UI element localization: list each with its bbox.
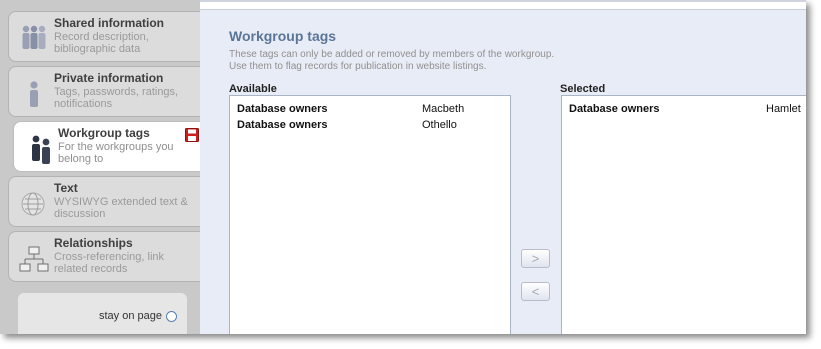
add-tag-button[interactable]: > <box>521 249 550 268</box>
sidebar-item-description: For the workgroups you belong to <box>58 141 174 165</box>
sidebar-item-title: Private information <box>54 71 164 85</box>
hierarchy-icon <box>19 242 49 276</box>
sidebar-item-private-information[interactable]: Private information Tags, passwords, rat… <box>8 66 200 117</box>
available-label: Available <box>229 83 277 95</box>
sidebar-item-title: Relationships <box>54 236 133 250</box>
sidebar-item-title: Text <box>54 181 78 195</box>
sidebar-item-description: Record description, bibliographic data <box>54 31 149 55</box>
stay-on-page-option[interactable]: stay on page <box>99 310 177 322</box>
sidebar: Shared information Record description, b… <box>0 0 203 334</box>
sidebar-item-description: WYSIWYG extended text & discussion <box>54 196 188 220</box>
workgroup-icon <box>26 132 56 166</box>
sidebar-item-shared-information[interactable]: Shared information Record description, b… <box>8 11 200 62</box>
floppy-disk-icon[interactable] <box>185 128 199 142</box>
workgroup-name: Database owners <box>237 119 328 131</box>
selected-tags-list[interactable]: Database owners Hamlet <box>561 95 806 334</box>
remove-tag-button[interactable]: < <box>521 282 550 301</box>
available-tags-list[interactable]: Database owners Macbeth Database owners … <box>229 95 511 334</box>
sidebar-item-text[interactable]: Text WYSIWYG extended text & discussion <box>8 176 200 227</box>
tag-name[interactable]: Othello <box>422 119 457 131</box>
intro-line-2: Use them to flag records for publication… <box>229 61 487 72</box>
stay-on-page-radio[interactable] <box>166 310 177 322</box>
tag-name[interactable]: Macbeth <box>422 103 464 115</box>
sidebar-item-workgroup-tags[interactable]: Workgroup tags For the workgroups you be… <box>13 121 203 172</box>
intro-line-1: These tags can only be added or removed … <box>229 49 555 60</box>
list-item[interactable]: Database owners <box>237 119 327 131</box>
selected-label: Selected <box>560 83 606 95</box>
workgroup-name: Database owners <box>569 103 660 115</box>
intro-text: These tags can only be added or removed … <box>229 49 554 73</box>
stay-on-page-panel: stay on page <box>18 293 187 334</box>
sidebar-item-description: Tags, passwords, ratings, notifications <box>54 86 179 110</box>
stay-on-page-label: stay on page <box>99 310 162 322</box>
workgroup-name: Database owners <box>237 103 328 115</box>
top-border <box>200 0 806 2</box>
sidebar-item-title: Workgroup tags <box>58 126 150 140</box>
sidebar-item-title: Shared information <box>54 16 165 30</box>
person-icon <box>19 77 49 111</box>
group-icon <box>19 22 49 56</box>
workgroup-tags-panel: Workgroup tags These tags can only be ad… <box>200 0 806 334</box>
list-item[interactable]: Database owners <box>237 103 327 115</box>
sidebar-item-description: Cross-referencing, link related records <box>54 251 165 275</box>
list-item[interactable]: Database owners <box>569 103 659 115</box>
sidebar-item-relationships[interactable]: Relationships Cross-referencing, link re… <box>8 231 200 282</box>
wikipedia-globe-icon <box>19 187 49 221</box>
tag-name[interactable]: Hamlet <box>766 103 801 115</box>
page-title: Workgroup tags <box>229 28 337 44</box>
app-window: Shared information Record description, b… <box>0 0 806 334</box>
